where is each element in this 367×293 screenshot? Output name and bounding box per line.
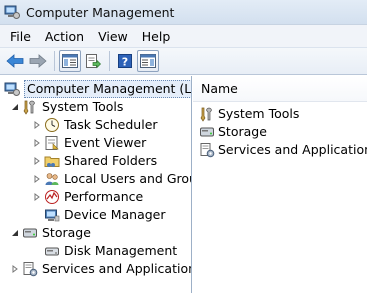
export-list-button[interactable] xyxy=(82,50,104,72)
help-icon: ? xyxy=(118,54,132,69)
back-arrow-icon xyxy=(6,54,24,68)
tree-item-label: Storage xyxy=(42,225,91,240)
column-header-name[interactable]: Name xyxy=(193,76,367,102)
menu-view[interactable]: View xyxy=(92,29,136,44)
show-hide-console-tree-icon xyxy=(62,54,78,68)
menu-file[interactable]: File xyxy=(4,29,39,44)
tree-item-label: Shared Folders xyxy=(64,153,158,168)
menu-help[interactable]: Help xyxy=(136,29,179,44)
tree-item-label: Computer Management (Local xyxy=(24,80,191,98)
toolbar-separator xyxy=(109,51,110,71)
tree-item-computer-management[interactable]: Computer Management (Local xyxy=(4,80,191,98)
performance-icon xyxy=(45,190,59,204)
list-item-label: Services and Applications xyxy=(218,142,367,157)
list-item-label: System Tools xyxy=(218,106,300,121)
back-button[interactable] xyxy=(4,50,26,72)
svg-text:?: ? xyxy=(122,56,128,69)
tree-item-shared-folders[interactable]: Shared Folders xyxy=(32,152,157,170)
results-pane: Name System Tools Storage Services and A… xyxy=(193,76,367,293)
collapsed-arrow-icon[interactable] xyxy=(32,174,42,184)
tree-item-label: Task Scheduler xyxy=(64,117,158,132)
menu-bar: File Action View Help xyxy=(0,25,367,47)
tree-item-performance[interactable]: Performance xyxy=(32,188,143,206)
show-hide-action-pane-button[interactable] xyxy=(137,50,159,72)
help-button[interactable]: ? xyxy=(114,50,136,72)
event-viewer-icon xyxy=(45,136,59,150)
forward-arrow-icon xyxy=(29,54,47,68)
users-icon xyxy=(45,173,59,185)
tree-item-services-applications[interactable]: Services and Applications xyxy=(10,260,192,278)
tree-item-device-manager[interactable]: Device Manager xyxy=(44,206,166,224)
menu-action[interactable]: Action xyxy=(39,29,92,44)
computer-management-icon xyxy=(4,5,20,19)
tools-icon xyxy=(23,100,35,115)
tree-item-label: Services and Applications xyxy=(42,261,192,276)
collapsed-arrow-icon[interactable] xyxy=(32,156,42,166)
toolbar-separator xyxy=(54,51,55,71)
forward-button[interactable] xyxy=(27,50,49,72)
collapsed-arrow-icon[interactable] xyxy=(32,120,42,130)
services-icon xyxy=(200,143,215,158)
collapsed-arrow-icon[interactable] xyxy=(32,192,42,202)
tree-item-disk-management[interactable]: Disk Management xyxy=(44,242,177,260)
list-item[interactable]: Storage xyxy=(199,123,267,141)
expanded-arrow-icon[interactable] xyxy=(10,102,20,112)
storage-icon xyxy=(23,228,37,238)
expanded-arrow-icon[interactable] xyxy=(10,228,20,238)
list-item[interactable]: Services and Applications xyxy=(199,141,367,159)
column-header-label: Name xyxy=(201,81,238,96)
console-tree: Computer Management (Local System Tools … xyxy=(0,76,192,293)
tree-item-label: Event Viewer xyxy=(64,135,147,150)
tree-item-task-scheduler[interactable]: Task Scheduler xyxy=(32,116,158,134)
show-hide-console-tree-button[interactable] xyxy=(59,50,81,72)
tree-item-label: Performance xyxy=(64,189,144,204)
export-list-icon xyxy=(86,54,101,69)
storage-icon xyxy=(200,127,214,137)
device-manager-icon xyxy=(45,209,60,222)
tree-item-label: Device Manager xyxy=(64,207,166,222)
tree-item-storage[interactable]: Storage xyxy=(10,224,91,242)
collapsed-arrow-icon[interactable] xyxy=(32,138,42,148)
tree-item-local-users-groups[interactable]: Local Users and Groups xyxy=(32,170,191,188)
list-item-label: Storage xyxy=(218,124,267,139)
collapsed-arrow-icon[interactable] xyxy=(10,264,20,274)
shared-folder-icon xyxy=(44,156,60,167)
tree-item-event-viewer[interactable]: Event Viewer xyxy=(32,134,146,152)
tree-item-label: Disk Management xyxy=(64,243,178,258)
services-icon xyxy=(23,262,38,277)
disk-management-icon xyxy=(45,247,59,256)
list-item[interactable]: System Tools xyxy=(199,105,299,123)
toolbar: ? xyxy=(0,47,367,75)
tree-item-label: Local Users and Groups xyxy=(64,171,191,186)
tree-item-system-tools[interactable]: System Tools xyxy=(10,98,123,116)
computer-management-icon xyxy=(4,82,20,96)
show-hide-action-pane-icon xyxy=(140,54,156,68)
window-title: Computer Management xyxy=(26,4,175,20)
clock-icon xyxy=(45,118,59,132)
title-bar: Computer Management xyxy=(0,0,367,25)
tools-icon xyxy=(200,107,212,122)
tree-item-label: System Tools xyxy=(42,99,124,114)
